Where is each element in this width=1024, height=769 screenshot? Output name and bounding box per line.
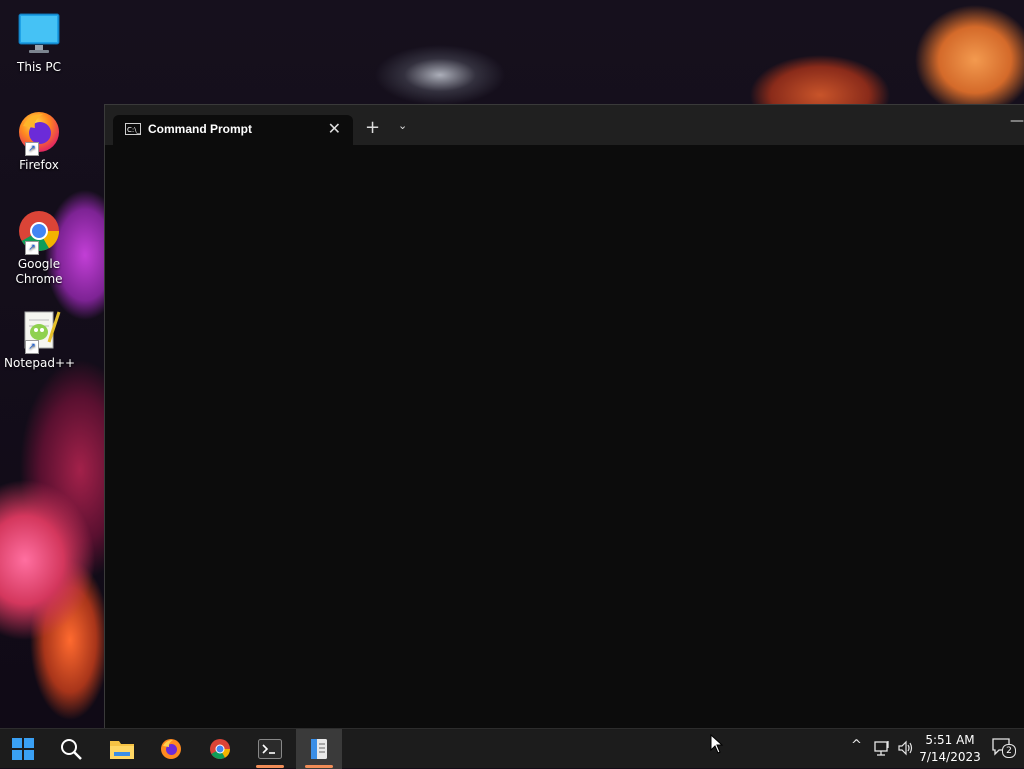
chrome-icon: ↗ [15,207,63,255]
notepadpp-icon: ↗ [15,306,63,354]
terminal-window[interactable]: C:\_ Command Prompt ✕ + ⌄ — [104,104,1024,729]
taskbar: ^ 5:51 AM 7/14/2023 2 [0,728,1024,769]
minimize-button[interactable]: — [1010,113,1024,129]
shortcut-arrow-icon: ↗ [25,142,39,156]
desktop-icon-google-chrome[interactable]: ↗ Google Chrome [4,207,74,287]
notepad-icon [311,739,327,759]
desktop-icon-label: Firefox [19,158,59,172]
shortcut-arrow-icon: ↗ [25,241,39,255]
desktop-icon-notepadpp[interactable]: ↗ Notepad++ [4,306,76,371]
firefox-icon: ↗ [15,108,63,156]
volume-icon[interactable] [897,739,915,761]
terminal-icon [258,739,282,759]
chevron-down-icon[interactable]: ⌄ [398,119,407,132]
search-button[interactable] [48,729,94,769]
file-explorer-button[interactable] [99,729,145,769]
notepad-taskbar-button[interactable] [296,729,342,769]
terminal-content[interactable] [105,145,1024,729]
search-icon [61,739,82,760]
close-tab-icon[interactable]: ✕ [328,119,341,138]
folder-icon [110,741,134,759]
clock[interactable]: 5:51 AM 7/14/2023 [918,732,982,766]
desktop-icon-label: This PC [17,60,61,74]
notification-center-button[interactable]: 2 [992,738,1016,758]
desktop-icon-label: Notepad++ [4,356,76,370]
desktop-icon-label: Google Chrome [15,257,63,286]
show-hidden-icons-button[interactable]: ^ [851,738,862,753]
network-icon[interactable] [873,739,891,761]
desktop-icon-this-pc[interactable]: This PC [4,10,74,75]
new-tab-button[interactable]: + [365,117,380,138]
tab-bar: C:\_ Command Prompt ✕ + ⌄ — [105,105,1024,145]
notification-count: 2 [1002,744,1016,758]
shortcut-arrow-icon: ↗ [25,340,39,354]
chrome-taskbar-button[interactable] [197,729,243,769]
mouse-cursor-icon [710,733,724,758]
cmd-icon: C:\_ [125,123,141,135]
tab-label: Command Prompt [148,122,253,136]
chrome-icon [210,739,230,759]
windows-logo-icon [12,738,34,760]
firefox-icon [161,739,181,759]
terminal-taskbar-button[interactable] [247,729,293,769]
clock-time: 5:51 AM [925,733,975,747]
start-button[interactable] [0,729,46,769]
clock-date: 7/14/2023 [919,750,981,764]
tab-command-prompt[interactable]: C:\_ Command Prompt ✕ [113,115,353,145]
desktop-icon-firefox[interactable]: ↗ Firefox [4,108,74,173]
monitor-icon [15,10,63,58]
firefox-taskbar-button[interactable] [148,729,194,769]
